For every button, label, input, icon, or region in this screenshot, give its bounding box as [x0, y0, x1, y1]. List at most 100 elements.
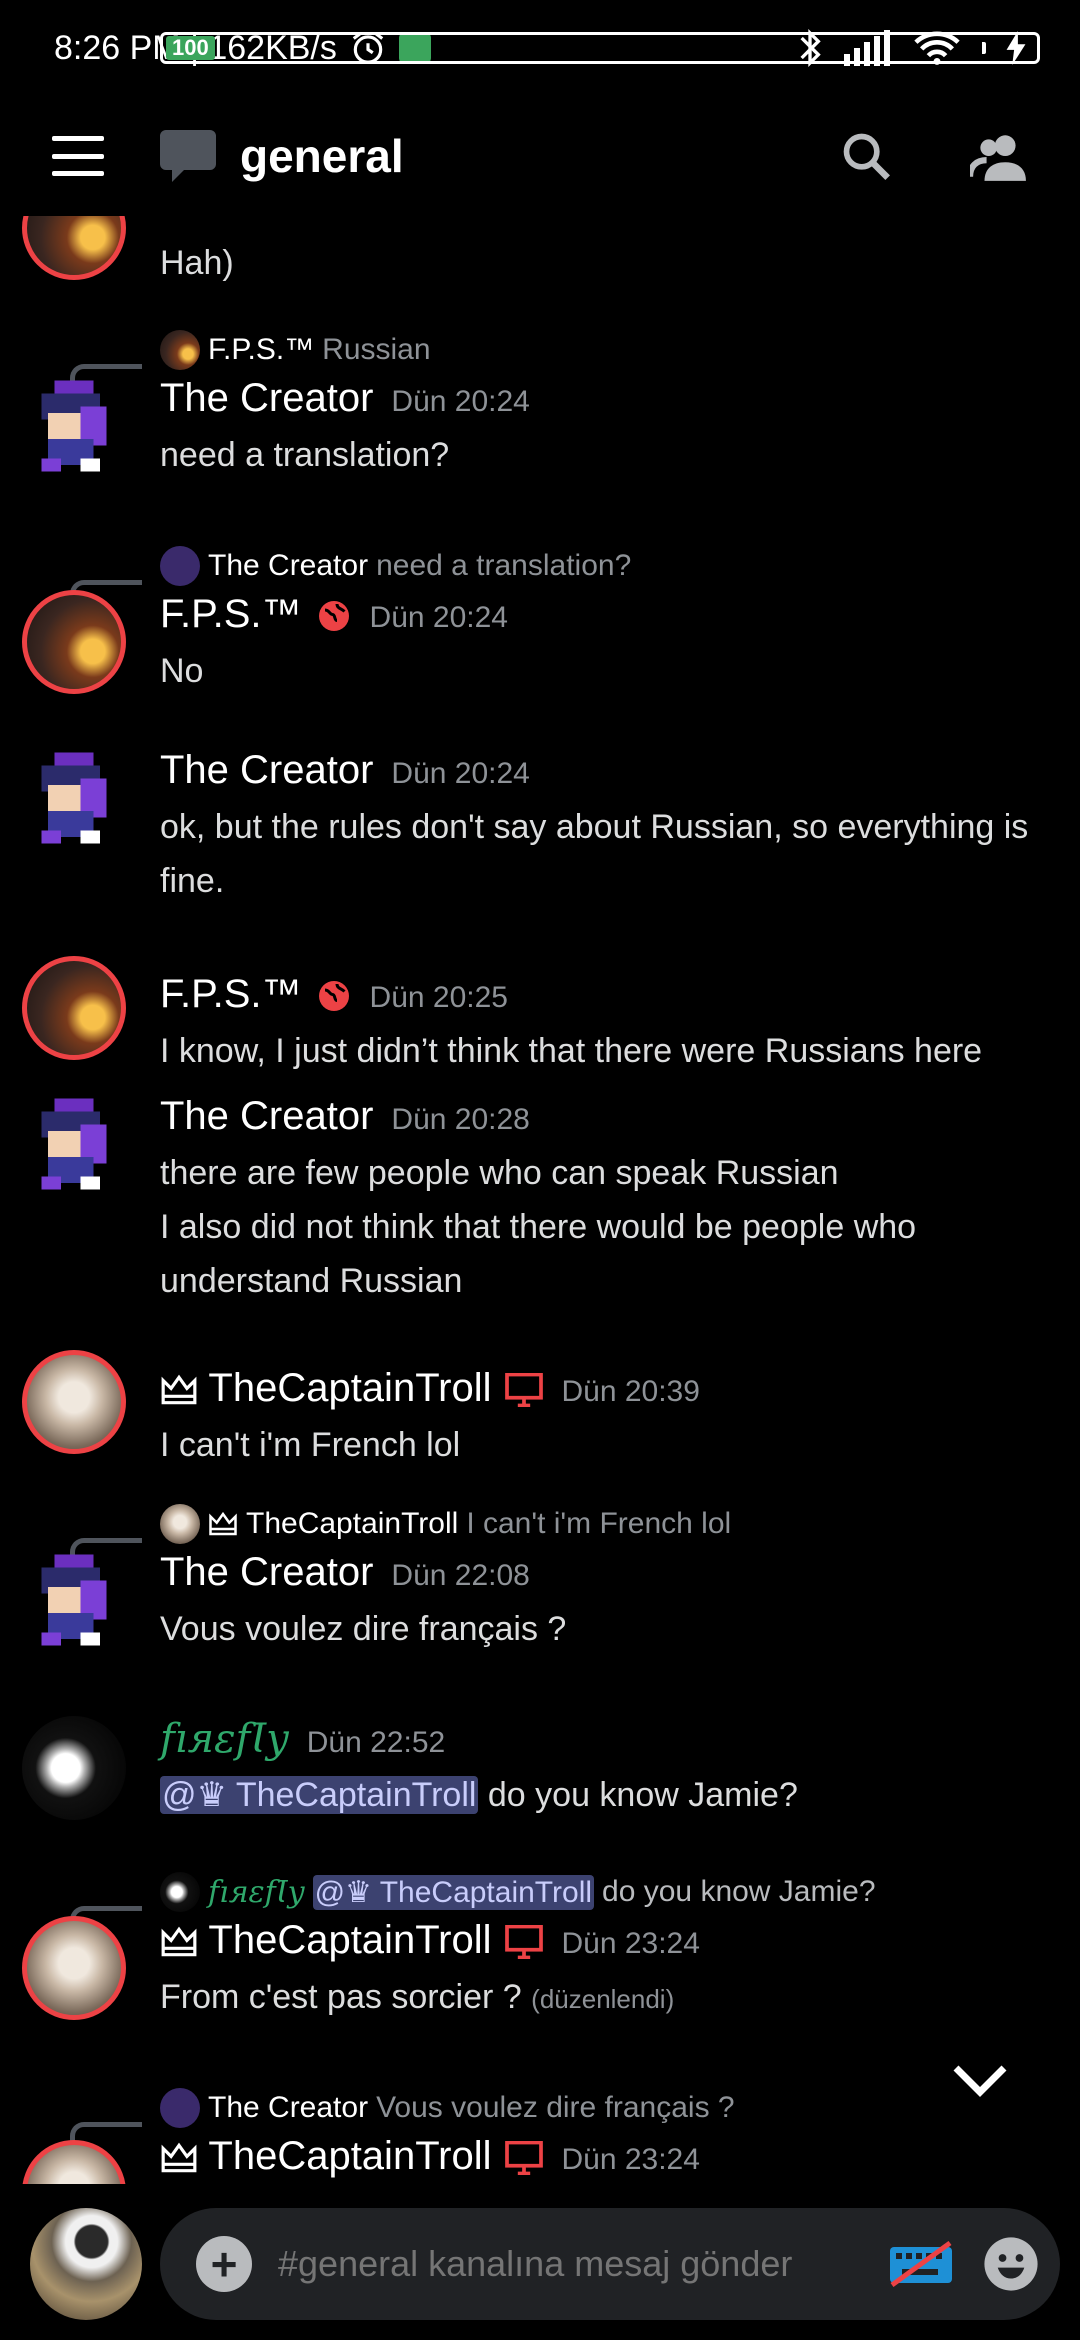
avatar[interactable] [22, 1716, 126, 1820]
message-text: I can't i'm French lol [160, 1426, 461, 1464]
message-text-rest: do you know Jamie? [478, 1776, 798, 1814]
avatar[interactable] [22, 216, 126, 280]
message-author[interactable]: TheCaptainTroll Dün 23:24 [160, 1918, 700, 1963]
reply-author: The Creator [208, 549, 369, 582]
message-text: Vous voulez dire français ? [160, 1610, 567, 1648]
timestamp: Dün 22:08 [391, 1559, 530, 1592]
avatar[interactable] [22, 1916, 126, 2020]
author-name[interactable]: F.P.S.™ [160, 972, 302, 1016]
members-icon[interactable] [970, 130, 1028, 182]
reply-preview[interactable]: fıяɛfƖy @♛ TheCaptainTroll do you know J… [160, 1872, 876, 1912]
author-name[interactable]: F.P.S.™ [160, 592, 302, 636]
timestamp: Dün 20:39 [561, 1375, 700, 1408]
timestamp: Dün 23:24 [561, 1927, 700, 1960]
reply-preview[interactable]: The Creator need a translation? [160, 546, 631, 586]
message-author[interactable]: The Creator Dün 22:08 [160, 1550, 530, 1595]
crown-icon [161, 1375, 197, 1405]
message-author[interactable]: TheCaptainTroll Dün 20:39 [160, 1366, 700, 1411]
author-name[interactable]: TheCaptainTroll [208, 1366, 491, 1410]
search-icon[interactable] [840, 130, 892, 182]
message-input-bar: + [160, 2208, 1060, 2320]
avatar[interactable] [22, 1548, 126, 1652]
timestamp: Dün 20:25 [369, 981, 508, 1014]
message-author[interactable]: The Creator Dün 20:24 [160, 748, 530, 793]
message-author[interactable]: The Creator Dün 20:28 [160, 1094, 530, 1139]
reply-text: Russian [322, 333, 431, 366]
message-author[interactable]: fıяɛfƖy Dün 22:52 [160, 1716, 445, 1762]
timestamp: Dün 20:24 [369, 601, 508, 634]
message-author[interactable]: F.P.S.™ Dün 20:24 [160, 592, 508, 637]
avatar[interactable] [22, 956, 126, 1060]
avatar[interactable] [22, 746, 126, 850]
timestamp: Dün 23:24 [561, 2143, 700, 2176]
keyboard-icon[interactable] [888, 2241, 954, 2287]
author-name[interactable]: TheCaptainTroll [208, 2134, 491, 2178]
plus-icon[interactable]: + [196, 2236, 252, 2292]
author-name[interactable]: The Creator [160, 1094, 373, 1138]
message-text: ok, but the rules don't say about Russia… [160, 808, 1029, 900]
battery-level: 100 [166, 36, 215, 60]
channel-chat-icon [160, 130, 216, 182]
emoji-icon[interactable] [982, 2235, 1040, 2293]
avatar[interactable] [22, 1350, 126, 1454]
user-mention[interactable]: @♛ TheCaptainTroll [160, 1776, 479, 1814]
reply-preview[interactable]: F.P.S.™ Russian [160, 330, 431, 370]
message-input[interactable] [278, 2243, 888, 2285]
crown-icon [161, 1927, 197, 1957]
reply-mention: @♛ TheCaptainTroll [312, 1874, 595, 1910]
status-bar: 8:26 PM | 162KB/s 100 [0, 0, 1080, 96]
message-text: From c'est pas sorcier ? (düzenlendi) [160, 1970, 1040, 2026]
reply-preview[interactable]: The Creator Vous voulez dire français ? [160, 2088, 735, 2128]
author-name[interactable]: The Creator [160, 376, 373, 420]
reply-author: F.P.S.™ [208, 333, 315, 366]
crown-icon [161, 2143, 197, 2173]
screen-share-icon [505, 2141, 544, 2176]
reply-avatar [160, 1872, 200, 1912]
hamburger-icon[interactable] [52, 136, 104, 176]
author-name[interactable]: TheCaptainTroll [208, 1918, 491, 1962]
timestamp: Dün 22:52 [306, 1726, 446, 1759]
author-name[interactable]: fıяɛfƖy [160, 1716, 289, 1762]
timestamp: Dün 20:28 [391, 1103, 530, 1136]
author-name[interactable]: The Creator [160, 748, 373, 792]
crown-icon [209, 1511, 237, 1536]
reply-text: do you know Jamie? [602, 1875, 876, 1908]
message-composer: + [0, 2184, 1080, 2340]
reply-author: TheCaptainTroll [246, 1507, 459, 1540]
avatar[interactable] [22, 1092, 126, 1196]
message-author[interactable]: TheCaptainTroll Dün 23:24 [160, 2134, 700, 2179]
reply-author: fıяɛfƖy [208, 1874, 305, 1910]
message-list[interactable]: Hah) F.P.S.™ Russian The Creator Dün 20:2… [0, 216, 1080, 2184]
screen-share-icon [505, 1925, 544, 1960]
screen-share-icon [505, 1373, 544, 1408]
message-text: Hah) [160, 244, 234, 282]
avatar[interactable] [22, 590, 126, 694]
timestamp: Dün 20:24 [391, 757, 530, 790]
author-name[interactable]: The Creator [160, 1550, 373, 1594]
reply-avatar [160, 330, 200, 370]
globe-icon [318, 981, 349, 1012]
timestamp: Dün 20:24 [391, 385, 530, 418]
message-line: there are few people who can speak Russi… [160, 1154, 839, 1192]
edited-label: (düzenlendi) [531, 1984, 675, 2014]
chevron-down-icon[interactable] [950, 2060, 1010, 2100]
message-text: need a translation? [160, 436, 450, 474]
reply-text: Vous voulez dire français ? [376, 2091, 735, 2124]
message-text: No [160, 652, 204, 690]
reply-text: I can't i'm French lol [466, 1507, 732, 1540]
message-text: I know, I just didn’t think that there w… [160, 1032, 983, 1070]
reply-author: The Creator [208, 2091, 369, 2124]
globe-icon [318, 601, 349, 632]
reply-avatar [160, 2088, 200, 2128]
channel-header: general [0, 96, 1080, 216]
reply-preview[interactable]: TheCaptainTroll I can't i'm French lol [160, 1504, 731, 1544]
reply-avatar [160, 546, 200, 586]
message-line: I also did not think that there would be… [160, 1208, 917, 1300]
message-text: there are few people who can speak Russi… [160, 1146, 1040, 1308]
reply-avatar [160, 1504, 200, 1544]
message-text: @♛ TheCaptainTroll do you know Jamie? [160, 1768, 1040, 1822]
avatar[interactable] [30, 2208, 142, 2320]
message-author[interactable]: The Creator Dün 20:24 [160, 376, 530, 421]
avatar[interactable] [22, 374, 126, 478]
message-author[interactable]: F.P.S.™ Dün 20:25 [160, 972, 508, 1017]
